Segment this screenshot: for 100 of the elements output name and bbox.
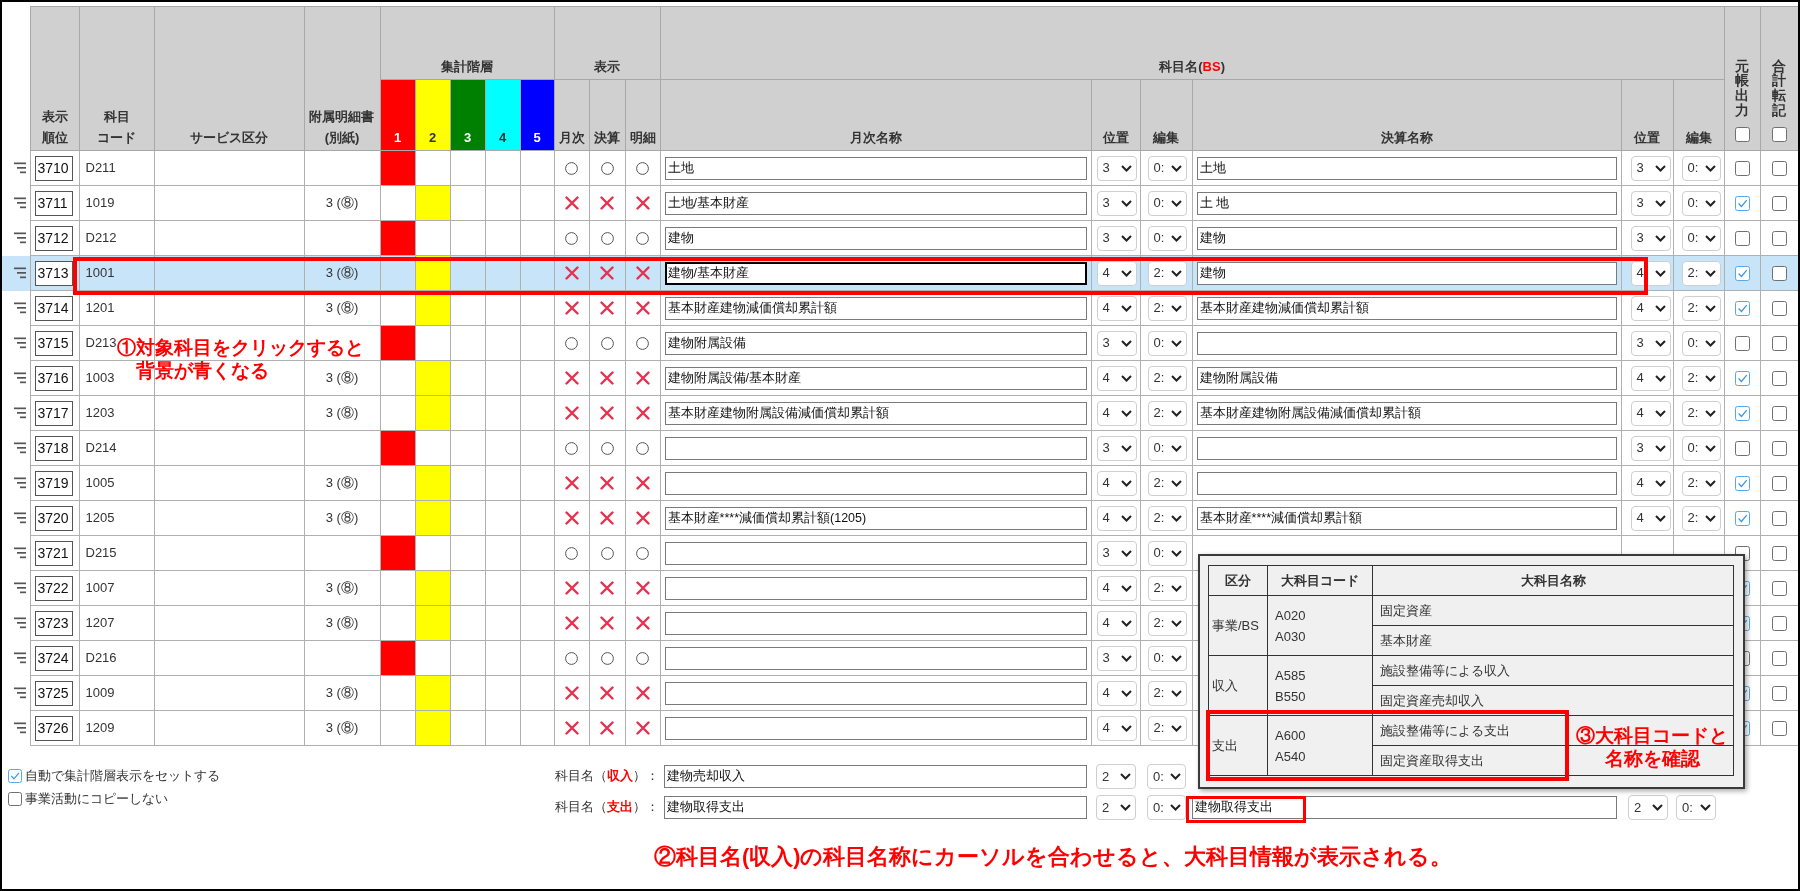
name-field[interactable]: [664, 716, 1087, 740]
name-field[interactable]: 建物売却収入: [664, 765, 1087, 788]
checkbox[interactable]: [1771, 720, 1787, 736]
position-dropdown[interactable]: 4: [1096, 575, 1137, 601]
checkbox[interactable]: [1734, 195, 1750, 211]
name-field[interactable]: 基本財産****減価償却累計額(1205): [664, 506, 1087, 530]
checkbox[interactable]: [1734, 370, 1750, 386]
name-field[interactable]: 建物取得支出: [1192, 796, 1617, 819]
lines-icon[interactable]: [14, 722, 26, 734]
name-field[interactable]: 建物取得支出: [664, 796, 1087, 819]
checkbox[interactable]: [1771, 230, 1787, 246]
checkbox[interactable]: [1734, 300, 1750, 316]
checkbox[interactable]: [1734, 265, 1750, 281]
checkbox[interactable]: [1771, 475, 1787, 491]
position-dropdown[interactable]: 4: [1096, 365, 1137, 391]
edit-dropdown[interactable]: 0:: [1676, 795, 1716, 820]
name-field[interactable]: 建物: [1196, 261, 1617, 285]
name-field[interactable]: 基本財産****減価償却累計額: [1196, 506, 1617, 530]
position-dropdown[interactable]: 4: [1096, 470, 1137, 496]
order-field[interactable]: 3725: [34, 680, 73, 706]
lines-icon[interactable]: [14, 512, 26, 524]
position-dropdown[interactable]: 2: [1096, 764, 1136, 789]
edit-dropdown[interactable]: 0:: [1681, 225, 1721, 251]
order-field[interactable]: 3716: [34, 365, 73, 391]
checkbox[interactable]: [1771, 405, 1787, 421]
name-field[interactable]: [664, 611, 1087, 635]
checkbox[interactable]: [1771, 440, 1787, 456]
edit-dropdown[interactable]: 2:: [1147, 295, 1187, 321]
edit-dropdown[interactable]: 2:: [1147, 470, 1187, 496]
position-dropdown[interactable]: 3: [1096, 330, 1137, 356]
checkbox[interactable]: [1734, 440, 1750, 456]
edit-dropdown[interactable]: 2:: [1681, 505, 1721, 531]
name-field[interactable]: 土地: [664, 156, 1087, 180]
position-dropdown[interactable]: 4: [1630, 295, 1671, 321]
checkbox[interactable]: [1771, 510, 1787, 526]
order-field[interactable]: 3711: [34, 190, 73, 216]
name-field[interactable]: 土地: [1196, 156, 1617, 180]
lines-icon[interactable]: [14, 197, 26, 209]
name-field[interactable]: 建物附属設備: [1196, 366, 1617, 390]
position-dropdown[interactable]: 3: [1096, 190, 1137, 216]
position-dropdown[interactable]: 3: [1096, 645, 1137, 671]
position-dropdown[interactable]: 4: [1096, 610, 1137, 636]
checkbox[interactable]: [1771, 615, 1787, 631]
position-dropdown[interactable]: 3: [1630, 435, 1671, 461]
name-field[interactable]: 建物: [1196, 226, 1617, 250]
checkbox[interactable]: [1734, 230, 1750, 246]
order-field[interactable]: 3710: [34, 155, 73, 181]
position-dropdown[interactable]: 4: [1096, 505, 1137, 531]
order-field[interactable]: 3721: [34, 540, 73, 566]
position-dropdown[interactable]: 4: [1630, 470, 1671, 496]
checkbox[interactable]: [8, 769, 22, 783]
edit-dropdown[interactable]: 2:: [1681, 260, 1721, 286]
position-dropdown[interactable]: 4: [1630, 365, 1671, 391]
checkbox[interactable]: [1734, 510, 1750, 526]
name-field[interactable]: 基本財産建物附属設備減価償却累計額: [1196, 401, 1617, 425]
lines-icon[interactable]: [14, 372, 26, 384]
lines-icon[interactable]: [14, 547, 26, 559]
lines-icon[interactable]: [14, 442, 26, 454]
order-field[interactable]: 3715: [34, 330, 73, 356]
checkbox[interactable]: [1771, 685, 1787, 701]
checkbox[interactable]: [1734, 475, 1750, 491]
checkbox[interactable]: [1771, 265, 1787, 281]
edit-dropdown[interactable]: 2:: [1681, 470, 1721, 496]
lines-icon[interactable]: [14, 302, 26, 314]
edit-dropdown[interactable]: 0:: [1147, 795, 1186, 820]
position-dropdown[interactable]: 3: [1096, 540, 1137, 566]
position-dropdown[interactable]: 4: [1096, 680, 1137, 706]
position-dropdown[interactable]: 3: [1096, 155, 1137, 181]
checkbox[interactable]: [1771, 650, 1787, 666]
checkbox[interactable]: [8, 792, 22, 806]
checkbox[interactable]: [1771, 580, 1787, 596]
edit-dropdown[interactable]: 0:: [1147, 330, 1187, 356]
position-dropdown[interactable]: 3: [1096, 435, 1137, 461]
name-field[interactable]: [1196, 471, 1617, 495]
edit-dropdown[interactable]: 0:: [1681, 155, 1721, 181]
lines-icon[interactable]: [14, 232, 26, 244]
checkbox[interactable]: [1771, 370, 1787, 386]
name-field[interactable]: [664, 541, 1087, 565]
edit-dropdown[interactable]: 2:: [1147, 610, 1187, 636]
name-field[interactable]: 建物: [664, 226, 1087, 250]
lines-icon[interactable]: [14, 337, 26, 349]
edit-dropdown[interactable]: 2:: [1147, 680, 1187, 706]
checkbox[interactable]: [1734, 160, 1750, 176]
lines-icon[interactable]: [14, 407, 26, 419]
order-field[interactable]: 3720: [34, 505, 73, 531]
order-field[interactable]: 3712: [34, 225, 73, 251]
position-dropdown[interactable]: 3: [1630, 190, 1671, 216]
order-field[interactable]: 3724: [34, 645, 73, 671]
edit-dropdown[interactable]: 2:: [1147, 400, 1187, 426]
edit-dropdown[interactable]: 2:: [1681, 295, 1721, 321]
checkbox[interactable]: [1771, 545, 1787, 561]
edit-dropdown[interactable]: 2:: [1147, 575, 1187, 601]
name-field[interactable]: 基本財産建物減価償却累計額: [664, 296, 1087, 320]
edit-dropdown[interactable]: 0:: [1681, 435, 1721, 461]
edit-dropdown[interactable]: 0:: [1147, 764, 1186, 789]
checkbox[interactable]: [1734, 127, 1750, 142]
row-handle[interactable]: [2, 255, 30, 291]
lines-icon[interactable]: [14, 267, 26, 279]
edit-dropdown[interactable]: 0:: [1147, 435, 1187, 461]
edit-dropdown[interactable]: 0:: [1147, 190, 1187, 216]
